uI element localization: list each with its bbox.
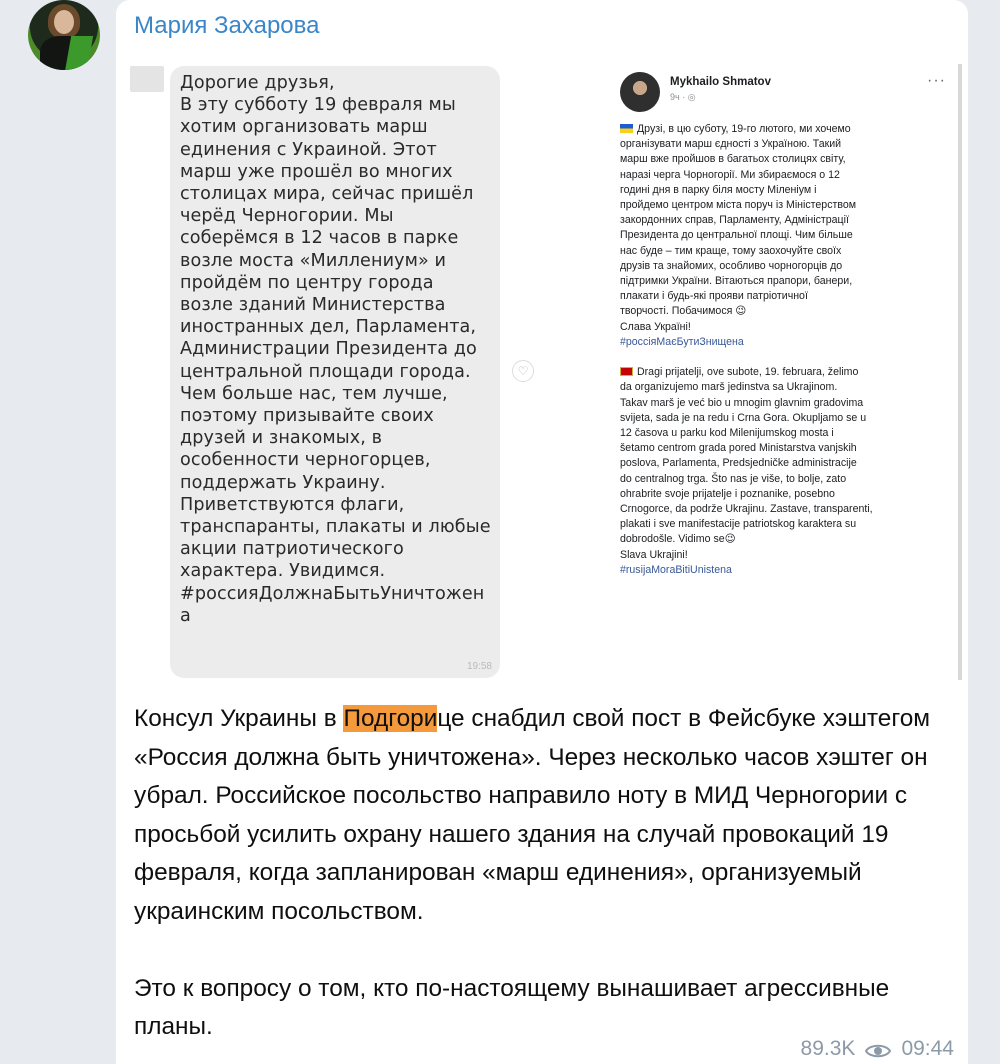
post-hashtag-ua: #россіяМаєБутиЗнищена (620, 335, 744, 348)
sender-avatar[interactable] (28, 0, 100, 70)
post-author-name: Mykhailo Shmatov (670, 76, 771, 88)
view-count: 89.3K (800, 1037, 856, 1060)
more-options-icon: ··· (927, 72, 946, 89)
post-text-me: Dragi prijatelji, ove subote, 19. februa… (620, 366, 873, 561)
right-screenshot: Mykhailo Shmatov 9ч · ◎ ··· Друзі, в цю … (604, 64, 962, 680)
post-author-avatar (620, 72, 660, 112)
eye-icon (865, 1041, 892, 1058)
search-highlight: Подгори (343, 705, 438, 732)
sender-name[interactable]: Мария Захарова (134, 12, 319, 40)
post-hashtag-me: #rusijaMoraBitiUnistena (620, 563, 732, 576)
chat-message-time: 19:58 (466, 661, 492, 672)
chat-avatar-placeholder (130, 66, 164, 92)
ukraine-flag-icon (620, 124, 633, 133)
post-body: Друзі, в цю суботу, 19-го лютого, ми хоч… (620, 122, 958, 578)
montenegro-flag-icon (620, 367, 633, 377)
post-meta: 9ч · ◎ (670, 92, 696, 102)
post-text-ua: Друзі, в цю суботу, 19-го лютого, ми хоч… (620, 123, 857, 333)
avatar-face (54, 10, 74, 34)
image-edge (958, 64, 962, 680)
message-text: Консул Украины в Подгорице снабдил свой … (134, 700, 954, 1047)
message-footer: 89.3K 09:44 (801, 1034, 954, 1064)
message-image[interactable]: 19:58 Дорогие друзья, В эту субботу 19 ф… (126, 64, 962, 680)
message-time: 09:44 (901, 1037, 954, 1060)
heart-icon: ♡ (512, 360, 534, 382)
left-screenshot: 19:58 Дорогие друзья, В эту субботу 19 ф… (126, 64, 502, 680)
message-paragraph-1: Консул Украины в Подгорице снабдил свой … (134, 705, 931, 925)
chat-message-text: Дорогие друзья, В эту субботу 19 февраля… (180, 73, 491, 626)
